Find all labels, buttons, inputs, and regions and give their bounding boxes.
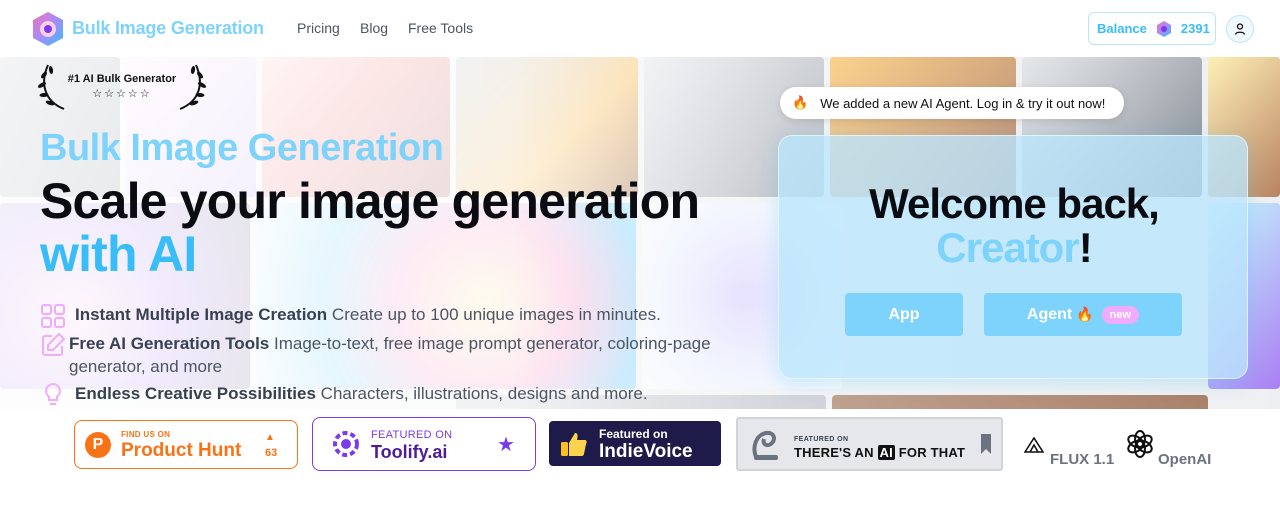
fire-icon: 🔥 xyxy=(1076,306,1094,322)
feature-title: Instant Multiple Image Creation xyxy=(75,305,328,324)
balance-display[interactable]: Balance 2391 xyxy=(1088,12,1216,45)
lightbulb-icon xyxy=(45,382,61,405)
user-account-button[interactable] xyxy=(1226,15,1254,43)
taaft-small-text: FEATURED ON xyxy=(794,436,849,443)
announcement-banner[interactable]: 🔥 We added a new AI Agent. Log in & try … xyxy=(780,87,1124,119)
producthunt-badge[interactable]: P FIND US ON Product Hunt ▲ 63 xyxy=(74,420,298,469)
toolify-name: Toolify.ai xyxy=(371,442,448,462)
feature-text: Instant Multiple Image Creation Create u… xyxy=(75,303,735,326)
user-icon xyxy=(1234,23,1246,35)
flux-label: FLUX 1.1 xyxy=(1050,451,1115,468)
award-title: #1 AI Bulk Generator xyxy=(67,73,177,85)
producthunt-logo-icon: P xyxy=(85,432,111,458)
balance-label: Balance xyxy=(1097,21,1147,36)
edit-icon xyxy=(42,332,66,356)
agent-button-label: Agent xyxy=(1026,305,1073,323)
feature-title: Endless Creative Possibilities xyxy=(75,384,316,403)
agent-button[interactable]: Agent 🔥 new xyxy=(984,293,1182,336)
nav-link-free-tools[interactable]: Free Tools xyxy=(408,20,473,36)
taaft-name: THERE'S AN AI FOR THAT xyxy=(794,445,965,460)
indievoice-small-text: Featured on xyxy=(599,427,668,441)
taaft-badge[interactable]: FEATURED ON THERE'S AN AI FOR THAT xyxy=(736,417,1003,471)
hero-headline: Scale your image generation with AI xyxy=(40,175,760,281)
hero-headline-main: Scale your image generation xyxy=(40,173,700,229)
welcome-greeting: Welcome back, xyxy=(869,180,1160,227)
feature-text: Free AI Generation Tools Image-to-text, … xyxy=(69,332,729,378)
welcome-username: Creator xyxy=(936,224,1079,271)
top-nav: Bulk Image Generation Pricing Blog Free … xyxy=(0,0,1280,57)
welcome-card: Welcome back, Creator! App Agent 🔥 new xyxy=(778,135,1248,379)
new-badge: new xyxy=(1101,305,1140,324)
producthunt-small-text: FIND US ON xyxy=(121,430,171,439)
announcement-text: We added a new AI Agent. Log in & try it… xyxy=(820,95,1106,111)
hero-subtitle: Bulk Image Generation xyxy=(40,127,444,169)
welcome-name-line: Creator! xyxy=(779,224,1249,272)
brand-logo-icon[interactable] xyxy=(30,10,66,48)
feature-title: Free AI Generation Tools xyxy=(69,334,270,353)
thumbs-up-icon xyxy=(561,433,587,456)
feature-desc: Create up to 100 unique images in minute… xyxy=(327,305,661,324)
fire-icon: 🔥 xyxy=(792,95,809,110)
bookmark-icon xyxy=(981,434,991,454)
star-icon: ★ xyxy=(497,434,515,456)
indievoice-name: IndieVoice xyxy=(599,441,693,462)
nav-link-pricing[interactable]: Pricing xyxy=(297,20,340,36)
toolify-logo-icon xyxy=(333,431,359,457)
toolify-badge[interactable]: FEATURED ON Toolify.ai ★ xyxy=(312,417,536,471)
toolify-small-text: FEATURED ON xyxy=(371,429,453,441)
producthunt-name: Product Hunt xyxy=(121,440,242,461)
nav-link-blog[interactable]: Blog xyxy=(360,20,388,36)
grid-icon xyxy=(41,304,65,328)
openai-logo-icon xyxy=(1127,430,1153,458)
feature-desc: Characters, illustrations, designs and m… xyxy=(315,384,648,403)
taaft-name-post: FOR THAT xyxy=(894,445,966,460)
openai-label: OpenAI xyxy=(1158,451,1212,468)
welcome-exclaim: ! xyxy=(1078,224,1093,271)
flux-logo-icon xyxy=(1024,437,1044,453)
taaft-name-pre: THERE'S AN xyxy=(794,445,878,460)
indievoice-badge[interactable]: Featured on IndieVoice xyxy=(549,421,721,466)
upvote-icon: ▲ xyxy=(265,432,275,443)
app-button[interactable]: App xyxy=(845,293,963,336)
hero-section: #1 AI Bulk Generator ☆☆☆☆☆ Bulk Image Ge… xyxy=(0,57,1280,409)
feature-text: Endless Creative Possibilities Character… xyxy=(75,382,735,405)
brand-name[interactable]: Bulk Image Generation xyxy=(72,18,264,39)
featured-badges-row: P FIND US ON Product Hunt ▲ 63 FEATURED … xyxy=(0,409,1280,510)
award-badge: #1 AI Bulk Generator ☆☆☆☆☆ xyxy=(38,61,206,113)
producthunt-upvote-count: 63 xyxy=(265,447,278,459)
gem-icon xyxy=(1156,20,1171,37)
balance-value: 2391 xyxy=(1180,21,1210,36)
award-stars: ☆☆☆☆☆ xyxy=(92,88,152,100)
taaft-name-ai: AI xyxy=(877,445,895,460)
hero-headline-accent: with AI xyxy=(40,226,197,282)
taaft-logo-icon xyxy=(752,430,778,460)
